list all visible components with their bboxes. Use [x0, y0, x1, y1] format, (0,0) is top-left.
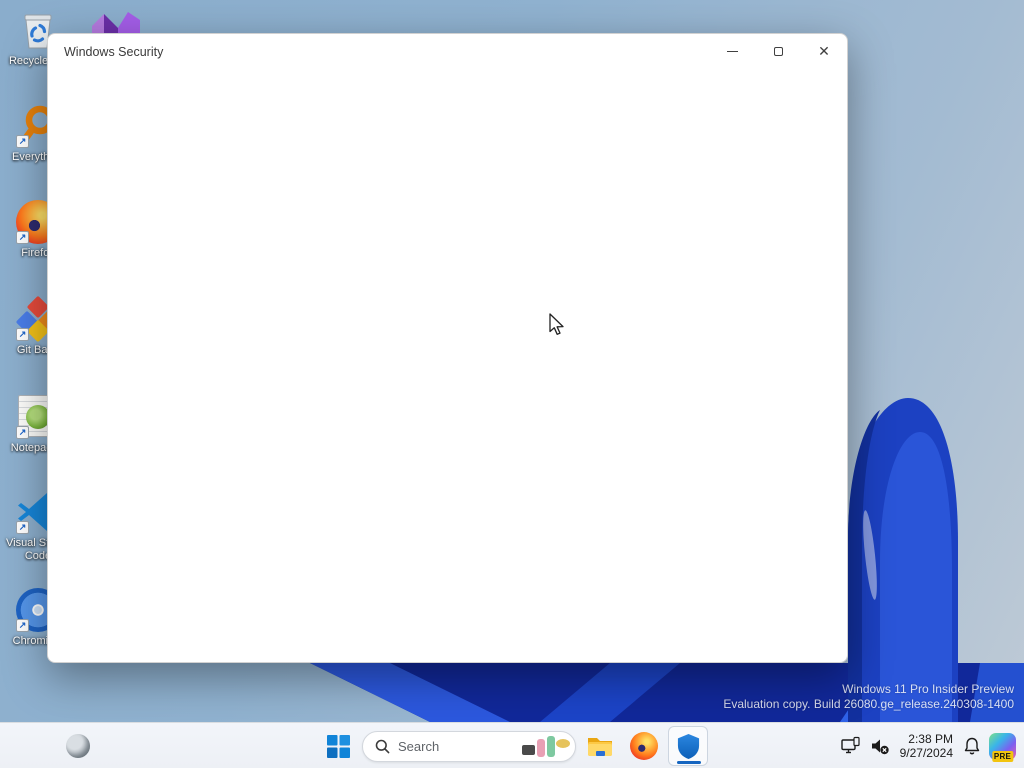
- window-title: Windows Security: [64, 45, 164, 59]
- taskbar-clock[interactable]: 2:38 PM 9/27/2024: [898, 732, 955, 760]
- close-icon: ✕: [818, 43, 830, 59]
- search-highlight-image[interactable]: [519, 733, 571, 760]
- taskbar: Search 2:38 PM 9/27/2024 PRE: [0, 722, 1024, 768]
- tray-display-icon[interactable]: [840, 735, 862, 757]
- widgets-weather-icon[interactable]: [66, 734, 90, 758]
- shortcut-arrow-icon: ↗: [16, 231, 29, 244]
- windows-logo-icon: [326, 734, 350, 758]
- taskbar-search-box[interactable]: Search: [362, 730, 576, 762]
- clock-time: 2:38 PM: [908, 732, 953, 746]
- shortcut-arrow-icon: ↗: [16, 135, 29, 148]
- file-explorer-button[interactable]: [580, 726, 620, 766]
- windows-security-shield-icon: [677, 733, 699, 759]
- shortcut-arrow-icon: ↗: [16, 328, 29, 341]
- shortcut-arrow-icon: ↗: [16, 426, 29, 439]
- maximize-icon: [773, 46, 783, 56]
- firefox-icon: [630, 732, 658, 760]
- evaluation-watermark: Windows 11 Pro Insider Preview Evaluatio…: [723, 682, 1014, 712]
- watermark-line1: Windows 11 Pro Insider Preview: [842, 682, 1014, 696]
- start-button[interactable]: [318, 726, 358, 766]
- shortcut-arrow-icon: ↗: [16, 619, 29, 632]
- shortcut-arrow-icon: ↗: [16, 521, 29, 534]
- window-content-blank: [48, 70, 847, 662]
- windows-security-window: Windows Security ✕: [47, 33, 848, 663]
- close-button[interactable]: ✕: [801, 34, 847, 68]
- watermark-line2: Evaluation copy. Build 26080.ge_release.…: [723, 697, 1014, 711]
- maximize-button[interactable]: [755, 34, 801, 68]
- file-explorer-icon: [588, 738, 612, 756]
- minimize-icon: [726, 50, 738, 52]
- mouse-cursor: [549, 313, 564, 335]
- firefox-taskbar-button[interactable]: [624, 726, 664, 766]
- search-placeholder: Search: [398, 738, 440, 754]
- window-titlebar[interactable]: Windows Security ✕: [48, 34, 847, 70]
- notification-bell-icon[interactable]: [962, 736, 982, 756]
- minimize-button[interactable]: [709, 34, 755, 68]
- active-app-indicator: [677, 760, 701, 764]
- windows-security-taskbar-button[interactable]: [668, 726, 708, 766]
- search-icon: [375, 739, 390, 753]
- clock-date: 9/27/2024: [899, 746, 953, 760]
- tray-audio-muted-icon[interactable]: [869, 735, 891, 757]
- copilot-pre-badge: PRE: [991, 750, 1014, 762]
- copilot-preview-icon[interactable]: PRE: [989, 732, 1016, 762]
